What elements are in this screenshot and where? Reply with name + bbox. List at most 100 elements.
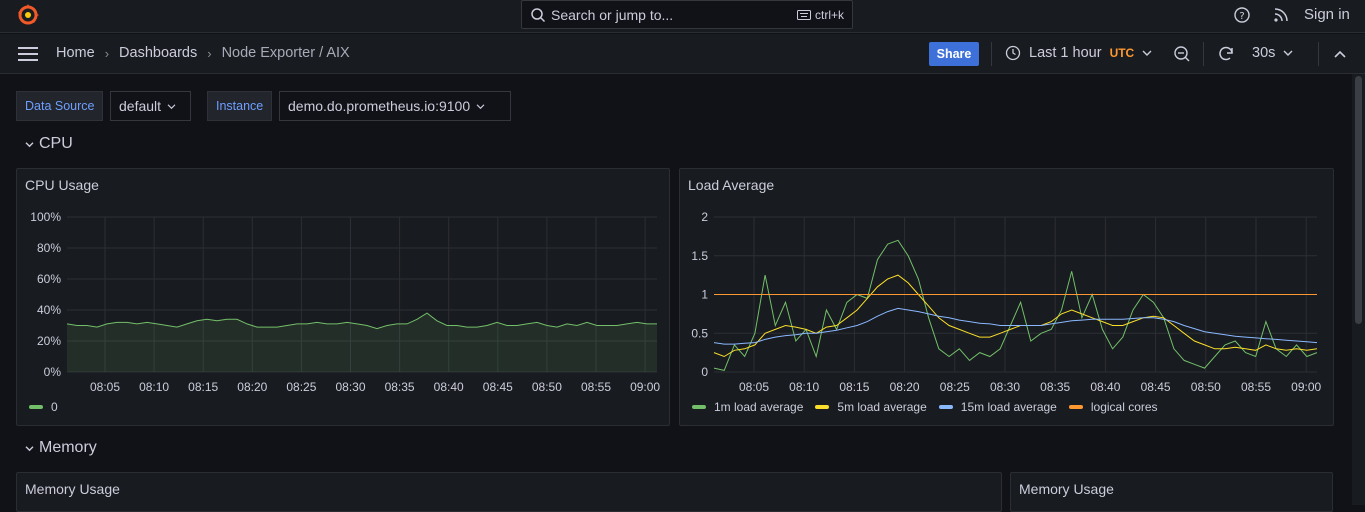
panel-memory-usage[interactable]: Memory Usage xyxy=(16,472,1002,512)
instance-variable-label: Instance xyxy=(207,91,273,121)
scrollbar[interactable] xyxy=(1352,74,1365,505)
breadcrumb-home[interactable]: Home xyxy=(56,45,95,61)
x-tick-label: 08:20 xyxy=(890,380,920,394)
chevron-down-icon xyxy=(1283,50,1293,56)
legend-label: 1m load average xyxy=(714,400,804,414)
legend-item[interactable]: 15m load average xyxy=(938,400,1057,414)
news-feed-icon[interactable] xyxy=(1272,6,1290,27)
x-tick-label: 08:25 xyxy=(940,380,970,394)
x-tick-label: 08:25 xyxy=(286,380,316,394)
x-tick-label: 08:30 xyxy=(335,380,365,394)
chevron-down-icon xyxy=(25,445,34,451)
datasource-variable-label: Data Source xyxy=(16,91,104,121)
x-tick-label: 08:55 xyxy=(1241,380,1271,394)
legend-item[interactable]: logical cores xyxy=(1068,400,1158,414)
chevron-up-icon[interactable] xyxy=(1334,47,1346,63)
legend-item[interactable]: 1m load average xyxy=(692,400,803,414)
legend-label: 15m load average xyxy=(960,400,1057,414)
panel-title: Memory Usage xyxy=(25,481,120,497)
y-tick-label: 60% xyxy=(37,272,61,286)
chevron-down-icon xyxy=(167,103,176,109)
x-tick-label: 08:35 xyxy=(1040,380,1070,394)
chevron-down-icon xyxy=(25,141,34,147)
y-tick-label: 0% xyxy=(44,365,62,379)
legend-item[interactable]: 5m load average xyxy=(815,400,927,414)
datasource-select[interactable]: default xyxy=(110,91,191,121)
search-bar[interactable]: Search or jump to... ctrl+k xyxy=(521,0,853,29)
x-tick-label: 08:30 xyxy=(990,380,1020,394)
divider xyxy=(991,42,992,66)
grafana-logo-icon[interactable] xyxy=(16,3,40,27)
sign-in-link[interactable]: Sign in xyxy=(1304,6,1350,23)
x-tick-label: 08:15 xyxy=(188,380,218,394)
x-tick-label: 08:45 xyxy=(1141,380,1171,394)
y-tick-label: 1 xyxy=(701,288,708,302)
instance-select[interactable]: demo.do.prometheus.io:9100 xyxy=(279,91,511,121)
legend-label: 0 xyxy=(51,400,58,414)
shortcut-label: ctrl+k xyxy=(814,8,844,22)
zoom-out-icon[interactable] xyxy=(1173,45,1191,66)
chevron-down-icon xyxy=(476,103,485,109)
cpu-usage-chart: 100% 80% 60% 40% 20% 0% 08:05 08:10 08:15 08:20 08… xyxy=(30,210,660,394)
search-icon xyxy=(530,7,546,26)
timezone-label: UTC xyxy=(1109,46,1135,60)
legend-swatch xyxy=(692,405,706,409)
scrollbar-thumb[interactable] xyxy=(1355,76,1362,324)
time-range-label: Last 1 hour xyxy=(1029,45,1102,61)
panel-cpu-usage[interactable]: CPU Usage 100% 80% 60% 40% 20% 0% 08:05 08:10 08… xyxy=(16,168,670,426)
refresh-interval-picker[interactable]: 30s xyxy=(1252,45,1293,61)
help-icon[interactable]: ? xyxy=(1233,6,1251,27)
legend-swatch xyxy=(29,405,43,409)
y-tick-label: 40% xyxy=(37,303,61,317)
x-tick-label: 08:10 xyxy=(789,380,819,394)
x-tick-label: 08:15 xyxy=(839,380,869,394)
legend-item[interactable]: 0 xyxy=(29,400,58,414)
x-tick-label: 09:00 xyxy=(630,380,660,394)
panel-memory-usage-gauge[interactable]: Memory Usage xyxy=(1010,472,1333,512)
keyboard-icon xyxy=(796,10,811,20)
series-area xyxy=(67,313,657,372)
menu-icon[interactable] xyxy=(18,47,38,64)
refresh-interval-label: 30s xyxy=(1252,45,1276,61)
x-tick-label: 08:45 xyxy=(483,380,513,394)
x-tick-label: 09:00 xyxy=(1291,380,1321,394)
datasource-value: default xyxy=(119,98,162,114)
y-tick-label: 0 xyxy=(701,365,708,379)
row-memory[interactable]: Memory xyxy=(25,439,97,457)
time-range-picker[interactable]: Last 1 hour UTC xyxy=(1005,45,1152,61)
y-tick-label: 1.5 xyxy=(691,249,708,263)
share-button[interactable]: Share xyxy=(929,42,979,66)
breadcrumb-current: Node Exporter / AIX xyxy=(221,45,350,61)
x-tick-label: 08:35 xyxy=(385,380,415,394)
refresh-icon[interactable] xyxy=(1217,45,1235,66)
x-tick-label: 08:05 xyxy=(90,380,120,394)
legend-label: logical cores xyxy=(1090,400,1158,414)
divider xyxy=(1203,42,1204,66)
instance-value: demo.do.prometheus.io:9100 xyxy=(288,98,471,114)
y-tick-label: 20% xyxy=(37,334,61,348)
legend-swatch xyxy=(815,405,830,409)
shortcut-hint: ctrl+k xyxy=(796,8,844,22)
panel-title: Memory Usage xyxy=(1019,481,1114,497)
breadcrumb: Home › Dashboards › Node Exporter / AIX xyxy=(56,45,350,61)
top-bar: Search or jump to... ctrl+k ? Sign in xyxy=(0,0,1365,33)
search-placeholder: Search or jump to... xyxy=(551,7,674,23)
chevron-right-icon: › xyxy=(104,45,110,61)
x-tick-label: 08:20 xyxy=(237,380,267,394)
row-memory-title: Memory xyxy=(39,439,97,456)
panel-load-average[interactable]: Load Average 2 1.5 1 0.5 0 08:05 08:10 08:15 08:… xyxy=(679,168,1334,426)
x-tick-label: 08:40 xyxy=(1090,380,1120,394)
y-tick-label: 2 xyxy=(701,210,708,224)
breadcrumb-dashboards[interactable]: Dashboards xyxy=(119,45,197,61)
load-average-chart: 2 1.5 1 0.5 0 08:05 08:10 08:15 08:20 08:25 08:30 0… xyxy=(691,210,1321,394)
y-tick-label: 0.5 xyxy=(691,326,708,340)
x-tick-label: 08:55 xyxy=(581,380,611,394)
chevron-down-icon xyxy=(1142,50,1152,56)
legend: 0 xyxy=(29,400,58,414)
legend-label: 5m load average xyxy=(837,400,927,414)
row-cpu-title: CPU xyxy=(39,135,73,152)
x-tick-label: 08:40 xyxy=(434,380,464,394)
svg-text:?: ? xyxy=(1239,11,1244,22)
dashboard-nav-bar: Home › Dashboards › Node Exporter / AIX … xyxy=(0,34,1365,74)
row-cpu[interactable]: CPU xyxy=(25,135,73,153)
